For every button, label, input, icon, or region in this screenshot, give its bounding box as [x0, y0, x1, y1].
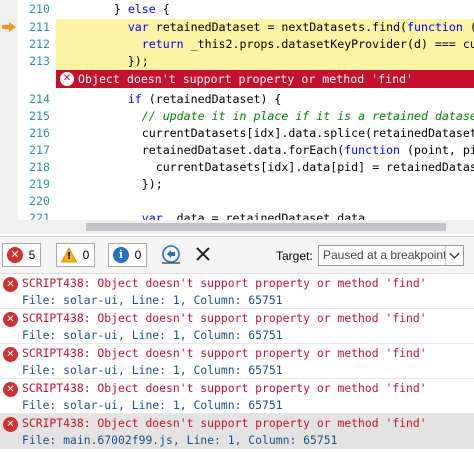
code-token: currentDatasets[idx].data[pid] = retaine… [58, 160, 474, 174]
errors-count: 5 [28, 248, 36, 262]
close-x-icon[interactable] [190, 243, 216, 267]
code-line: 212 return _this2.props.datasetKeyProvid… [0, 36, 474, 53]
line-code: currentDatasets[idx].data[pid] = retaine… [58, 159, 474, 176]
console-message-source-link[interactable]: File: main.67002f99.js, Line: 1, Column:… [22, 433, 337, 447]
exception-banner: ✕ Object doesn't support property or met… [56, 70, 474, 88]
console-message-source-link[interactable]: File: solar-ui, Line: 1, Column: 65751 [22, 328, 283, 342]
console-message-source-link[interactable]: File: solar-ui, Line: 1, Column: 65751 [22, 293, 283, 307]
console-message[interactable]: ✕ SCRIPT438: Object doesn't support prope… [0, 309, 474, 344]
code-token: { [155, 2, 170, 16]
line-number: 215 [29, 109, 50, 123]
line-code: currentDatasets[idx].data.splice(retaine… [58, 125, 474, 142]
info-filter-button[interactable]: i 0 [108, 243, 147, 267]
code-editor[interactable]: 210 } else {211 var retainedDataset = ne… [0, 0, 474, 234]
console-message-source-link[interactable]: File: solar-ui, Line: 1, Column: 65751 [22, 398, 283, 412]
code-line: 213 }); [0, 53, 474, 70]
line-number: 213 [29, 54, 50, 68]
line-number: 214 [29, 92, 50, 106]
keyword-token: function [407, 20, 463, 34]
error-circle-icon: ✕ [3, 417, 18, 432]
console-message[interactable]: ✕ SCRIPT438: Object doesn't support prope… [0, 379, 474, 414]
code-line: 218 currentDatasets[idx].data[pid] = ret… [0, 159, 474, 176]
console-message[interactable]: ✕ SCRIPT438: Object doesn't support prope… [0, 274, 474, 309]
line-number: 211 [29, 20, 50, 34]
warnings-count: 0 [82, 248, 90, 262]
code-line: 220 [0, 193, 474, 210]
line-code: }); [58, 176, 163, 193]
line-number: 217 [29, 143, 50, 157]
line-number: 212 [29, 37, 50, 51]
code-token: }); [58, 54, 149, 68]
console-message[interactable]: ✕ SCRIPT438: Object doesn't support prope… [0, 414, 474, 449]
line-code: // update it in place if it is a retaine… [58, 108, 474, 125]
code-line: 217 retainedDataset.data.forEach(functio… [0, 142, 474, 159]
code-token: (point, pid) { [407, 143, 474, 157]
clear-on-navigate-icon[interactable] [158, 243, 184, 267]
info-count: 0 [134, 248, 142, 262]
code-token: _this2.props.datasetKeyProvider(d) === c… [190, 37, 474, 51]
code-token: }); [58, 177, 163, 191]
line-code: if (retainedDataset) { [58, 91, 282, 108]
info-circle-icon: i [113, 247, 129, 263]
console-message-text: SCRIPT438: Object doesn't support proper… [22, 346, 427, 360]
horizontal-scrollbar[interactable] [0, 220, 474, 234]
line-number: 216 [29, 126, 50, 140]
code-token: retainedDataset.data.forEach( [58, 143, 345, 157]
console-toolbar: ✕ 5 ! 0 i 0 Target: Paused at a breakpoi… [0, 236, 474, 274]
comment-token: // update it in place if it is a retaine… [141, 109, 474, 123]
error-circle-icon: ✕ [3, 347, 18, 362]
error-circle-icon: ✕ [60, 72, 74, 86]
error-circle-icon: ✕ [3, 382, 18, 397]
code-token: } [58, 2, 128, 16]
console-messages[interactable]: ✕ SCRIPT438: Object doesn't support prope… [0, 274, 474, 453]
code-line: 219 }); [0, 176, 474, 193]
exception-message: Object doesn't support property or metho… [78, 72, 414, 86]
code-token: (d) { [463, 20, 474, 34]
scrollbar-thumb[interactable] [86, 223, 446, 231]
console-message-text: SCRIPT438: Object doesn't support proper… [22, 311, 427, 325]
console-message-text: SCRIPT438: Object doesn't support proper… [22, 276, 427, 290]
keyword-token: function [344, 143, 401, 157]
line-code: return _this2.props.datasetKeyProvider(d… [58, 36, 474, 53]
console-message-source-link[interactable]: File: solar-ui, Line: 1, Column: 65751 [22, 363, 283, 377]
errors-filter-button[interactable]: ✕ 5 [2, 243, 41, 267]
target-select-value: Paused at a breakpoint [323, 248, 447, 262]
warnings-filter-button[interactable]: ! 0 [56, 243, 95, 267]
code-token: (retainedDataset) { [141, 92, 282, 106]
line-code: }); [58, 53, 149, 70]
line-code: retainedDataset.data.forEach(function (p… [58, 142, 474, 159]
console-message-text: SCRIPT438: Object doesn't support proper… [22, 381, 427, 395]
target-label: Target: [276, 249, 313, 263]
line-number: 218 [29, 160, 50, 174]
warning-triangle-icon: ! [61, 247, 77, 263]
line-number: 219 [29, 177, 50, 191]
line-number: 210 [29, 2, 50, 16]
console-message-text: SCRIPT438: Object doesn't support proper… [22, 416, 427, 430]
error-circle-icon: ✕ [3, 312, 18, 327]
code-line: 216 currentDatasets[idx].data.splice(ret… [0, 125, 474, 142]
keyword-token: if [127, 92, 142, 106]
console-message[interactable]: ✕ SCRIPT438: Object doesn't support prope… [0, 344, 474, 379]
error-circle-icon: ✕ [3, 277, 18, 292]
keyword-token: return [141, 37, 184, 51]
code-line: 210 } else { [0, 1, 474, 18]
keyword-token: else [127, 2, 156, 16]
line-code: } else { [58, 1, 170, 18]
line-code: var retainedDataset = nextDatasets.find(… [58, 19, 474, 36]
target-select[interactable]: Paused at a breakpoint [318, 245, 464, 266]
chevron-down-icon [445, 246, 460, 265]
code-line: 211 var retainedDataset = nextDatasets.f… [0, 19, 474, 36]
keyword-token: var [127, 20, 149, 34]
error-circle-icon: ✕ [7, 247, 23, 263]
code-token: currentDatasets[idx].data.splice(retaine… [58, 126, 474, 140]
code-token: retainedDataset = nextDatasets.find( [148, 20, 408, 34]
line-number: 220 [29, 194, 50, 208]
